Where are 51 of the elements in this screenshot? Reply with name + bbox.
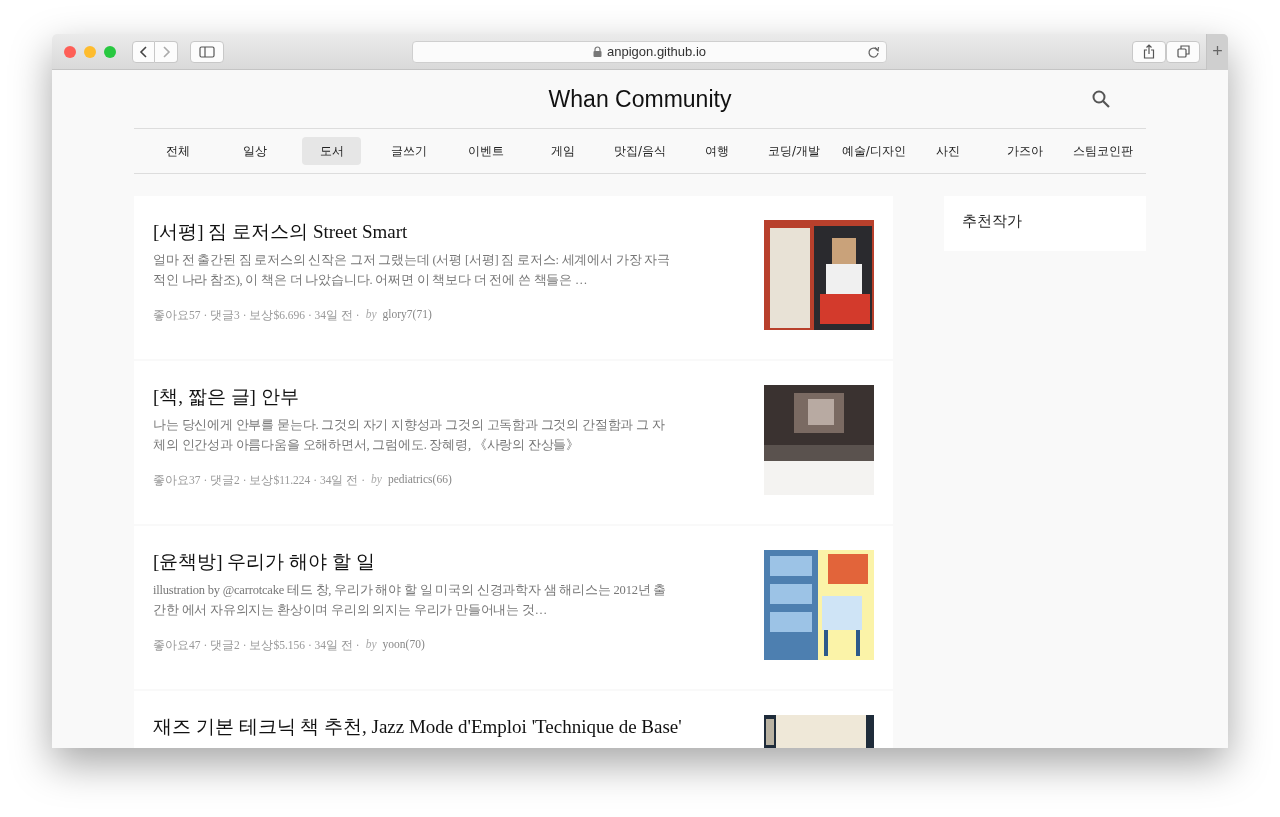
author-link[interactable]: glory7(71) — [382, 308, 432, 323]
by-label: by — [365, 308, 377, 323]
address-bar[interactable]: anpigon.github.io — [412, 40, 888, 63]
post-stats: 좋아요47 · 댓글2 · 보상$5.156 · 34일 전 · — [153, 638, 360, 653]
post-card[interactable]: [서평] 짐 로저스의 Street Smart 얼마 전 출간된 짐 로저스의 신작은 그저 그랬는데 (서평 [서평] 짐 로저스: 세계에서 가장 자극적인 나라 참조), 이 책은 더 나았습니다. 어쩌면 이 책보다 더 전에 쓴 책들은 … 좋아요57 · 댓글3 · 보상$6.696 · 34일 전 · by glory7(71) — [134, 196, 893, 359]
post-card[interactable]: [윤책방] 우리가 해야 할 일 illustration by @carrotcake 테드 창, 우리가 해야 할 일 미국의 신경과학자 샘 해리스는 2012년 출간한 에서 자유의지는 환상이며 우리의 의지는 우리가 만들어내는 것… 좋아요47 · 댓글2 · 보상$5.156 · 34일 전 · by yoon(70) — [134, 526, 893, 689]
lock-icon — [593, 46, 602, 57]
post-stats: 좋아요37 · 댓글2 · 보상$11.224 · 34일 전 · — [153, 473, 366, 488]
new-tab-button[interactable]: + — [1206, 34, 1228, 70]
category-tab[interactable]: 일상 — [225, 137, 285, 165]
category-tab[interactable]: 사진 — [918, 137, 978, 165]
by-label: by — [365, 638, 377, 653]
post-excerpt: 얼마 전 출간된 짐 로저스의 신작은 그저 그랬는데 (서평 [서평] 짐 로저스: 세계에서 가장 자극적인 나라 참조), 이 책은 더 나았습니다. 어쩌면 이 책보다 더 전에 쓴 책들은 … — [153, 252, 671, 289]
url-text: anpigon.github.io — [607, 44, 707, 59]
post-title[interactable]: [윤책방] 우리가 해야 할 일 — [153, 550, 753, 574]
post-excerpt: illustration by @carrotcake 테드 창, 우리가 해야 할 일 미국의 신경과학자 샘 해리스는 2012년 출간한 에서 자유의지는 환상이며 우리의 의지는 우리가 만들어내는 것… — [153, 582, 668, 619]
author-link[interactable]: yoon(70) — [382, 638, 425, 653]
sidebar-button[interactable] — [190, 40, 224, 63]
zoom-button[interactable] — [104, 45, 116, 58]
share-icon — [1143, 44, 1156, 59]
chevron-right-icon — [161, 44, 171, 59]
post-card[interactable]: 재즈 기본 테크닉 책 추천, Jazz Mode d'Emploi 'Technique de Base' — [134, 691, 893, 748]
sidebar-title: 추천작가 — [962, 212, 1023, 231]
back-button[interactable] — [132, 40, 155, 63]
post-excerpt: 나는 당신에게 안부를 묻는다. 그것의 자기 지향성과 그것의 고독함과 그것의 간절함과 그 자체의 인간성과 아름다움을 오해하면서, 그럼에도. 장혜령, 《사랑의 잔상들》 — [153, 417, 666, 454]
chevron-left-icon — [138, 44, 149, 59]
by-label: by — [371, 473, 382, 488]
site-title[interactable]: Whan Community — [548, 85, 732, 113]
category-tab[interactable]: 글쓰기 — [379, 137, 439, 165]
share-button[interactable] — [1132, 40, 1167, 63]
reload-icon[interactable] — [867, 45, 881, 59]
author-link[interactable]: pediatrics(66) — [387, 473, 452, 488]
category-tab[interactable]: 가즈아 — [995, 137, 1055, 165]
category-tab[interactable]: 스팀코인판 — [1072, 137, 1132, 165]
sidebar-icon — [199, 45, 215, 58]
category-tab[interactable]: 이벤트 — [456, 137, 516, 165]
category-tab[interactable]: 게임 — [533, 137, 593, 165]
category-tab[interactable]: 코딩/개발 — [764, 137, 824, 165]
post-title[interactable]: [책, 짧은 글] 안부 — [153, 385, 753, 409]
post-stats: 좋아요57 · 댓글3 · 보상$6.696 · 34일 전 · — [153, 308, 360, 323]
tabs-icon — [1176, 45, 1190, 58]
category-tab[interactable]: 맛집/음식 — [610, 137, 670, 165]
category-tab[interactable]: 여행 — [687, 137, 747, 165]
post-title[interactable]: [서평] 짐 로저스의 Street Smart — [153, 220, 753, 244]
category-tab[interactable]: 도서 — [302, 137, 362, 165]
post-card[interactable]: [책, 짧은 글] 안부 나는 당신에게 안부를 묻는다. 그것의 자기 지향성과 그것의 고독함과 그것의 간절함과 그 자체의 인간성과 아름다움을 오해하면서, 그럼에도. 장혜령, 《사랑의 잔상들》 좋아요37 · 댓글2 · 보상$11.224 · 34일 전 · by pediatrics(66) — [134, 361, 893, 524]
post-title[interactable]: 재즈 기본 테크닉 책 추천, Jazz Mode d'Emploi 'Technique de Base' — [153, 715, 753, 739]
close-button[interactable] — [64, 45, 76, 58]
forward-button[interactable] — [155, 40, 178, 63]
category-tab[interactable]: 전체 — [148, 137, 207, 165]
search-icon[interactable] — [1092, 90, 1110, 108]
